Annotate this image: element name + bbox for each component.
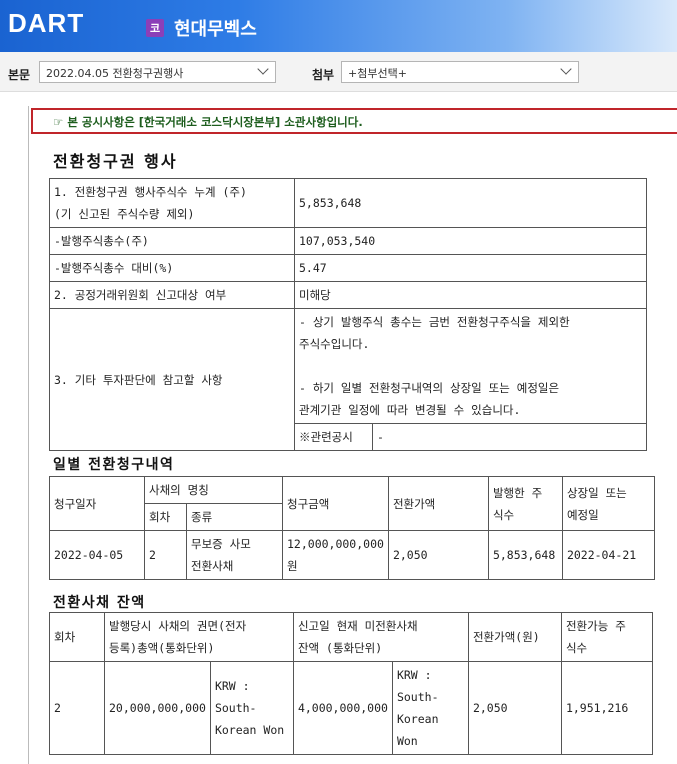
table-cell: 2 <box>144 530 187 580</box>
table-cell: 2 <box>49 661 105 755</box>
cell-text: - 하기 일별 전환청구내역의 상장일 또는 예정일은 <box>299 381 560 395</box>
cell-text: 1. 전환청구권 행사주식수 누계 (주) <box>54 185 247 199</box>
table-header: 전환가액 <box>387 476 489 531</box>
table-header: 전환가능 주 식수 <box>560 612 654 662</box>
table-cell: 1. 전환청구권 행사주식수 누계 (주) (기 신고된 주식수량 제외) <box>49 178 295 228</box>
company-name: 현대무벡스 <box>174 19 257 40</box>
table-header: 사채의 명칭 <box>144 476 283 504</box>
cell-text: 잔액 (통화단위) <box>297 641 383 655</box>
cell-text: 식수 <box>565 641 588 655</box>
dart-logo[interactable]: DART <box>8 8 84 39</box>
table-row: 청구일자 사채의 명칭 청구금액 전환가액 발행한 주 식수 상장일 또는 예정… <box>49 476 656 531</box>
dart-header: DART 코 현대무벡스 <box>0 0 677 52</box>
balance-heading: 전환사채 잔액 <box>53 595 146 611</box>
table-cell: 미해당 <box>294 281 647 309</box>
table-cell: -발행주식총수 대비(%) <box>49 254 295 282</box>
table-cell: 5,853,648 <box>294 178 647 228</box>
related-disclosure-label: ※관련공시 <box>294 423 373 451</box>
summary-table: 1. 전환청구권 행사주식수 누계 (주) (기 신고된 주식수량 제외) 5,… <box>49 178 647 451</box>
table-row: 2022-04-05 2 무보증 사모 전환사채 12,000,000,000 … <box>49 530 656 580</box>
table-cell: 1,951,216 <box>560 661 654 755</box>
cell-text: KRW : <box>214 679 250 693</box>
attach-label: 첨부 <box>312 68 335 82</box>
table-cell: 2022-04-05 <box>49 530 145 580</box>
cell-text: 주식수입니다. <box>299 337 370 351</box>
table-cell: KRW : South- Korean Won <box>209 661 294 755</box>
cell-text: 등록)총액(통화단위) <box>109 641 215 655</box>
cell-text: 전환가능 주 <box>565 619 626 633</box>
cell-text: 식수 <box>492 507 515 522</box>
cell-text: Korean Won <box>214 723 285 737</box>
table-cell: 107,053,540 <box>294 227 647 255</box>
table-row: 2 20,000,000,000 KRW : South- Korean Won… <box>49 661 654 755</box>
table-cell: 4,000,000,000 <box>292 661 393 755</box>
cell-text: 무보증 사모 <box>191 537 251 551</box>
doc-label: 본문 <box>8 68 31 82</box>
cell-text: 발행한 주 <box>492 485 543 500</box>
table-cell: - 상기 발행주식 총수는 금번 전환청구주식을 제외한 주식수입니다. - 하… <box>294 308 647 424</box>
cell-text: South- <box>396 690 439 704</box>
table-header: 전환가액(원) <box>467 612 562 662</box>
cell-text: 원 <box>287 559 298 573</box>
table-header: 종류 <box>186 503 283 531</box>
table-cell: 5.47 <box>294 254 647 282</box>
table-cell: KRW : South- Korean Won <box>391 661 469 755</box>
chevron-down-icon <box>257 63 269 75</box>
table-cell: -발행주식총수(주) <box>49 227 295 255</box>
table-cell: 2,050 <box>387 530 489 580</box>
attach-select-value: +첨부선택+ <box>348 67 407 80</box>
market-badge: 코 <box>146 19 164 37</box>
doc-select-value: 2022.04.05 전환청구권행사 <box>46 67 184 80</box>
table-header: 청구금액 <box>282 476 389 531</box>
cell-text: 관계기관 일정에 따라 변경될 수 있습니다. <box>299 403 521 417</box>
logo-text: DART <box>8 8 85 38</box>
attach-select[interactable]: +첨부선택+ <box>341 61 579 83</box>
cell-text: 12,000,000,000 <box>287 537 384 551</box>
cell-text: 신고일 현재 미전환사채 <box>297 619 418 633</box>
table-header: 발행당시 사채의 권면(전자 등록)총액(통화단위) <box>104 612 294 662</box>
related-disclosure-value: - <box>372 423 647 451</box>
table-row: -발행주식총수(주) 107,053,540 <box>49 227 647 255</box>
cell-text: 예정일 <box>566 507 599 522</box>
cell-text: South- <box>214 701 257 715</box>
page-title: 전환청구권 행사 <box>53 152 178 171</box>
doc-toolbar: 본문 2022.04.05 전환청구권행사 첨부 +첨부선택+ <box>0 52 677 92</box>
chevron-down-icon <box>560 63 572 75</box>
table-row: 회차 발행당시 사채의 권면(전자 등록)총액(통화단위) 신고일 현재 미전환… <box>49 612 654 662</box>
table-cell: 무보증 사모 전환사채 <box>186 530 283 580</box>
daily-heading: 일별 전환청구내역 <box>53 457 175 473</box>
cell-text: 발행당시 사채의 권면(전자 <box>109 619 247 633</box>
bond-balance-table: 회차 발행당시 사채의 권면(전자 등록)총액(통화단위) 신고일 현재 미전환… <box>49 612 654 755</box>
cell-text: - 상기 발행주식 총수는 금번 전환청구주식을 제외한 <box>299 315 570 329</box>
table-row: -발행주식총수 대비(%) 5.47 <box>49 254 647 282</box>
table-header: 신고일 현재 미전환사채 잔액 (통화단위) <box>292 612 469 662</box>
table-header: 회차 <box>144 503 187 531</box>
table-cell: 2,050 <box>467 661 562 755</box>
table-cell: 20,000,000,000 <box>104 661 211 755</box>
table-cell: 2022-04-21 <box>561 530 656 580</box>
cell-text: KRW : <box>396 668 432 682</box>
table-row: 1. 전환청구권 행사주식수 누계 (주) (기 신고된 주식수량 제외) 5,… <box>49 178 647 228</box>
cell-text: 전환사채 <box>191 559 234 573</box>
table-header: 발행한 주 식수 <box>487 476 563 531</box>
table-header: 청구일자 <box>49 476 145 531</box>
table-cell: 3. 기타 투자판단에 참고할 사항 <box>49 308 295 451</box>
cell-text: 상장일 또는 <box>566 485 627 500</box>
jurisdiction-notice: ☞ 본 공시사항은 [한국거래소 코스닥시장본부] 소관사항입니다. <box>31 108 677 134</box>
table-row: 2. 공정거래위원회 신고대상 여부 미해당 <box>49 281 647 309</box>
doc-select[interactable]: 2022.04.05 전환청구권행사 <box>39 61 276 83</box>
cell-text: Korean Won <box>396 712 439 748</box>
table-cell: 12,000,000,000 원 <box>282 530 389 580</box>
table-header: 상장일 또는 예정일 <box>561 476 656 531</box>
table-cell: 5,853,648 <box>487 530 563 580</box>
company-title: 코 현대무벡스 <box>146 15 257 41</box>
daily-conversion-table: 청구일자 사채의 명칭 청구금액 전환가액 발행한 주 식수 상장일 또는 예정… <box>49 476 656 580</box>
cell-text: (기 신고된 주식수량 제외) <box>54 207 195 221</box>
table-cell: 2. 공정거래위원회 신고대상 여부 <box>49 281 295 309</box>
document-body: ☞ 본 공시사항은 [한국거래소 코스닥시장본부] 소관사항입니다. 전환청구권… <box>28 106 677 764</box>
table-row: 3. 기타 투자판단에 참고할 사항 - 상기 발행주식 총수는 금번 전환청구… <box>49 308 647 451</box>
table-header: 회차 <box>49 612 105 662</box>
